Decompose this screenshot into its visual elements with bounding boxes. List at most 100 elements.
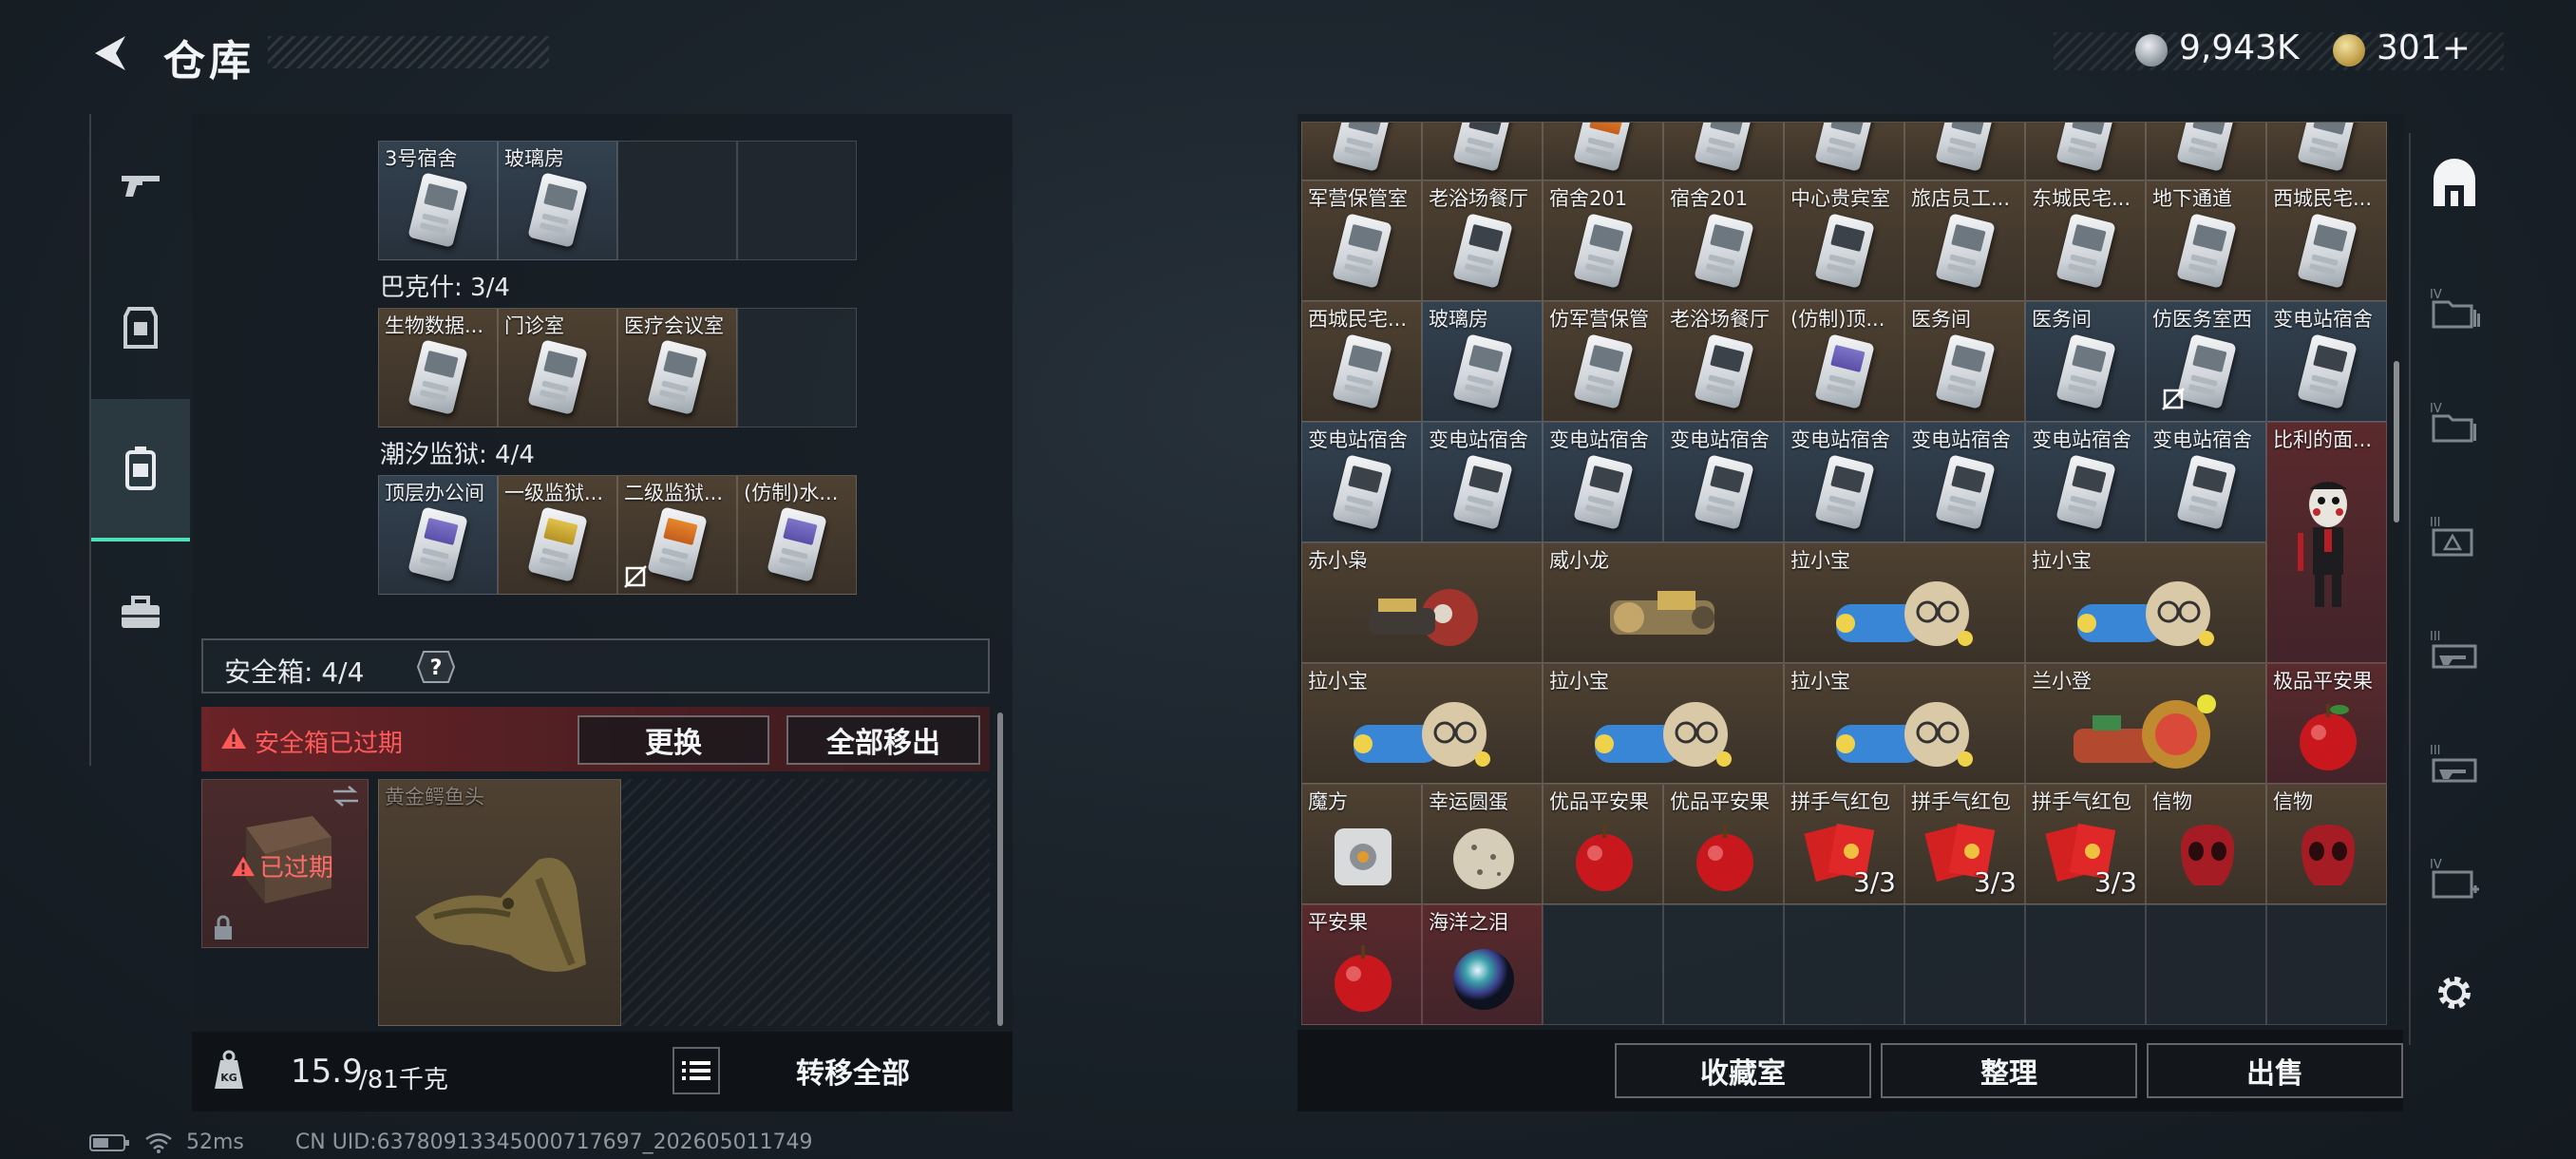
storage-item[interactable]: 信物 [2266,784,2387,904]
figure-item[interactable]: 拉小宝 [2025,542,2266,663]
storage-item[interactable]: 变电站宿舍 [1543,422,1663,542]
storage-item[interactable] [1904,122,2025,180]
storage-item[interactable]: 变电站宿舍 [1663,422,1784,542]
transfer-all-button[interactable]: 转移全部 [729,1045,976,1096]
nav-backpack[interactable] [91,399,190,542]
storage-item[interactable]: 医务间 [1904,301,2025,422]
storage-item[interactable]: 宿舍201 [1663,180,1784,301]
move-all-out-button[interactable]: 全部移出 [786,715,980,765]
swap-icon[interactable] [331,786,360,807]
key-card-item[interactable]: 3号宿舍 [378,141,498,260]
empty-slot[interactable] [1543,904,1663,1025]
storage-item-tall[interactable]: 比利的面... [2266,422,2387,663]
storage-item[interactable] [1422,122,1543,180]
storage-item[interactable] [2266,122,2387,180]
storage-item[interactable]: 中心贵宾室 [1784,180,1904,301]
nav-shelter[interactable] [2411,133,2498,238]
empty-slot[interactable] [737,308,857,428]
safe-box-slot[interactable]: 已过期 [201,779,369,948]
sell-button[interactable]: 出售 [2147,1043,2403,1098]
storage-item[interactable]: 东城民宅... [2025,180,2146,301]
storage-item[interactable]: 仿医务室西 [2146,301,2266,422]
figure-item[interactable]: 拉小宝 [1784,542,2025,663]
help-icon[interactable]: ? [416,648,456,686]
storage-item[interactable]: 变电站宿舍 [2146,422,2266,542]
collection-room-button[interactable]: 收藏室 [1615,1043,1871,1098]
figure-item[interactable]: 兰小登 [2025,663,2266,784]
nav-storage-iv-2[interactable]: IV [2411,370,2498,475]
right-scrollbar[interactable] [2394,361,2399,522]
storage-item[interactable]: 拼手气红包 3/3 [1784,784,1904,904]
figure-item[interactable]: 赤小枭 [1301,542,1543,663]
storage-item[interactable]: 变电站宿舍 [1784,422,1904,542]
storage-item[interactable] [1663,122,1784,180]
storage-item[interactable]: 老浴场餐厅 [1663,301,1784,422]
key-card-item[interactable]: 二级监狱... [617,475,737,595]
key-card-item[interactable]: 玻璃房 [498,141,617,260]
storage-item[interactable] [2025,122,2146,180]
nav-armor[interactable] [91,256,190,399]
empty-slot[interactable] [1904,904,2025,1025]
storage-item[interactable]: 老浴场餐厅 [1422,180,1543,301]
storage-item[interactable]: 极品平安果 [2266,663,2387,784]
empty-slot[interactable] [2146,904,2266,1025]
nav-storage-iii-2[interactable]: III [2411,598,2498,703]
storage-item[interactable]: 军营保管室 [1301,180,1422,301]
safe-item-golden-crocodile-head[interactable]: 黄金鳄鱼头 [378,779,621,1026]
key-card-item[interactable]: (仿制)水... [737,475,857,595]
empty-slot[interactable] [737,141,857,260]
key-card-item[interactable]: 一级监狱... [498,475,617,595]
storage-item[interactable]: 拼手气红包 3/3 [2025,784,2146,904]
figure-item[interactable]: 拉小宝 [1784,663,2025,784]
storage-item[interactable]: 海洋之泪 [1422,904,1543,1025]
storage-item[interactable]: 变电站宿舍 [1301,422,1422,542]
storage-item[interactable]: 西城民宅... [2266,180,2387,301]
storage-item[interactable] [1543,122,1663,180]
storage-item[interactable] [1784,122,1904,180]
back-arrow-icon[interactable] [87,32,133,74]
left-scrollbar[interactable] [997,712,1003,1026]
empty-slot[interactable] [1663,904,1784,1025]
storage-item[interactable]: 优品平安果 [1543,784,1663,904]
figure-item[interactable]: 拉小宝 [1301,663,1543,784]
storage-item[interactable]: 地下通道 [2146,180,2266,301]
empty-slot[interactable] [2266,904,2387,1025]
storage-item[interactable]: 优品平安果 [1663,784,1784,904]
storage-item[interactable]: 仿军营保管 [1543,301,1663,422]
storage-item[interactable]: 信物 [2146,784,2266,904]
storage-item[interactable]: 幸运圆蛋 [1422,784,1543,904]
key-card-item[interactable]: 医疗会议室 [617,308,737,428]
storage-item[interactable]: 变电站宿舍 [2025,422,2146,542]
nav-storage-iii-1[interactable]: III [2411,484,2498,589]
storage-item[interactable]: (仿制)顶... [1784,301,1904,422]
empty-slot[interactable] [1784,904,1904,1025]
nav-storage-iii-3[interactable]: III [2411,712,2498,817]
storage-item[interactable]: 变电站宿舍 [1422,422,1543,542]
key-card-item[interactable]: 顶层办公间 [378,475,498,595]
storage-item[interactable]: 宿舍201 [1543,180,1663,301]
list-view-button[interactable] [672,1047,720,1094]
storage-item[interactable]: 医务间 [2025,301,2146,422]
storage-item[interactable] [2146,122,2266,180]
empty-slot[interactable] [617,141,737,260]
nav-storage-iv-3[interactable]: IV [2411,826,2498,931]
sort-button[interactable]: 整理 [1881,1043,2137,1098]
settings-button[interactable] [2411,940,2498,1045]
storage-item[interactable] [1301,122,1422,180]
key-card-item[interactable]: 门诊室 [498,308,617,428]
nav-toolbox[interactable] [91,542,190,684]
nav-storage-iv-1[interactable]: IV [2411,256,2498,361]
storage-item[interactable]: 旅店员工... [1904,180,2025,301]
empty-slot[interactable] [2025,904,2146,1025]
key-card-item[interactable]: 生物数据... [378,308,498,428]
storage-item[interactable]: 魔方 [1301,784,1422,904]
storage-item[interactable]: 玻璃房 [1422,301,1543,422]
figure-item[interactable]: 拉小宝 [1543,663,1784,784]
storage-item[interactable]: 拼手气红包 3/3 [1904,784,2025,904]
storage-item[interactable]: 平安果 [1301,904,1422,1025]
storage-item[interactable]: 变电站宿舍 [1904,422,2025,542]
nav-weapons[interactable] [91,114,190,256]
storage-item[interactable]: 变电站宿舍 [2266,301,2387,422]
storage-item[interactable]: 西城民宅... [1301,301,1422,422]
figure-item[interactable]: 威小龙 [1543,542,1784,663]
